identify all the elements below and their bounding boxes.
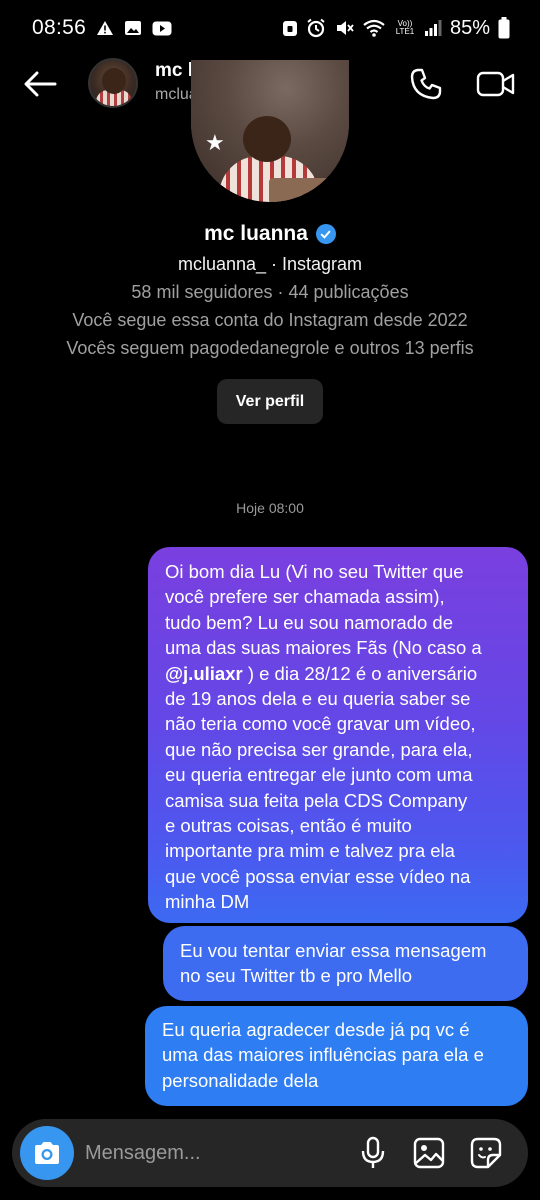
- message-bubble[interactable]: Oi bom dia Lu (Vi no seu Twitter que voc…: [148, 547, 528, 923]
- volte-label: Vo)) LTE1: [394, 20, 416, 36]
- message-line-with-mention: @j.uliaxr ) e dia 28/12 é o aniversário: [165, 661, 514, 686]
- mention-link[interactable]: @j.uliaxr: [165, 663, 243, 684]
- sticker-button[interactable]: [468, 1135, 504, 1171]
- message-line: camisa sua feita pela CDS Company: [165, 789, 468, 811]
- message-bubble[interactable]: Eu queria agradecer desde já pq vc é uma…: [145, 1006, 528, 1106]
- avatar-face: [243, 116, 291, 162]
- audio-call-button[interactable]: [406, 64, 446, 104]
- message-line: e outras coisas, então é muito: [165, 815, 412, 837]
- profile-stats: 58 mil seguidores · 44 publicações: [131, 282, 409, 302]
- message-line: não teria como você gravar um vídeo,: [165, 713, 476, 735]
- youtube-notification-icon: [152, 21, 172, 36]
- alarm-icon: [306, 18, 326, 38]
- microphone-button[interactable]: [355, 1135, 391, 1171]
- message-bubble[interactable]: Eu vou tentar enviar essa mensagem no se…: [163, 926, 528, 1001]
- header-avatar[interactable]: [88, 58, 138, 108]
- profile-name: mc luanna: [204, 222, 308, 245]
- warning-icon: [96, 20, 114, 36]
- chat-timestamp: Hoje 08:00: [236, 500, 304, 516]
- message-line: minha DM: [165, 891, 250, 913]
- message-line: que você possa enviar esse vídeo na: [165, 865, 471, 887]
- status-left: 08:56: [32, 16, 172, 40]
- message-line: Oi bom dia Lu (Vi no seu Twitter que: [165, 561, 464, 582]
- message-composer: [12, 1119, 528, 1187]
- avatar-cake: [269, 178, 329, 202]
- message-line: uma das maiores influências para ela e: [162, 1044, 484, 1066]
- message-text: ) e dia 28/12 é o aniversário: [242, 662, 478, 684]
- signal-icon: [424, 19, 442, 37]
- battery-percent: 85%: [449, 16, 490, 39]
- camera-icon: [35, 1142, 59, 1164]
- video-call-button[interactable]: [474, 64, 518, 104]
- image-notification-icon: [124, 20, 142, 36]
- status-time: 08:56: [32, 16, 87, 39]
- profile-name-row: mc luanna: [0, 222, 540, 246]
- video-camera-icon: [476, 71, 515, 97]
- message-line: no seu Twitter tb e pro Mello: [180, 965, 413, 987]
- status-bar: 08:56 Vo)) LTE1 85%: [0, 0, 540, 56]
- message-line: de 19 anos dela e eu queria saber se: [165, 688, 471, 710]
- image-gallery-icon: [413, 1137, 445, 1169]
- view-profile-button[interactable]: Ver perfil: [217, 379, 323, 424]
- profile-mutuals: Vocês seguem pagodedanegrole e outros 13…: [66, 338, 474, 358]
- profile-avatar[interactable]: ★: [191, 60, 349, 202]
- back-arrow-icon: [24, 71, 57, 97]
- status-right: Vo)) LTE1 85%: [282, 17, 510, 40]
- avatar-face: [102, 68, 126, 94]
- sticker-icon: [470, 1137, 502, 1169]
- message-line: importante pra mim e talvez pra ela: [165, 840, 455, 862]
- message-line: personalidade dela: [162, 1069, 319, 1091]
- message-line: eu queria entregar ele junto com uma: [165, 764, 473, 786]
- message-line: Eu vou tentar enviar essa mensagem: [180, 940, 487, 961]
- network-label: Vo)) LTE1: [395, 19, 415, 36]
- wifi-icon: [362, 18, 386, 38]
- message-line: tudo bem? Lu eu sou namorado de: [165, 611, 453, 633]
- message-line: Eu queria agradecer desde já pq vc é: [162, 1019, 470, 1040]
- star-sticker-icon: ★: [205, 130, 225, 155]
- back-button[interactable]: [20, 64, 60, 104]
- profile-subtitle: mcluanna_ · Instagram: [177, 254, 363, 274]
- mute-icon: [334, 18, 354, 38]
- profile-follow-since: Você segue essa conta do Instagram desde…: [72, 310, 468, 330]
- phone-icon: [410, 68, 442, 100]
- message-line: você prefere ser chamada assim),: [165, 586, 445, 608]
- camera-button[interactable]: [20, 1126, 74, 1180]
- message-input[interactable]: [85, 1137, 335, 1169]
- lock-notification-icon: [282, 19, 298, 37]
- gallery-button[interactable]: [411, 1135, 447, 1171]
- message-line: que não precisa ser grande, para ela,: [165, 738, 473, 760]
- battery-icon: [498, 17, 510, 39]
- message-line: uma das suas maiores Fãs (No caso a: [165, 637, 482, 659]
- verified-badge-icon: [315, 224, 336, 244]
- microphone-icon: [361, 1136, 385, 1168]
